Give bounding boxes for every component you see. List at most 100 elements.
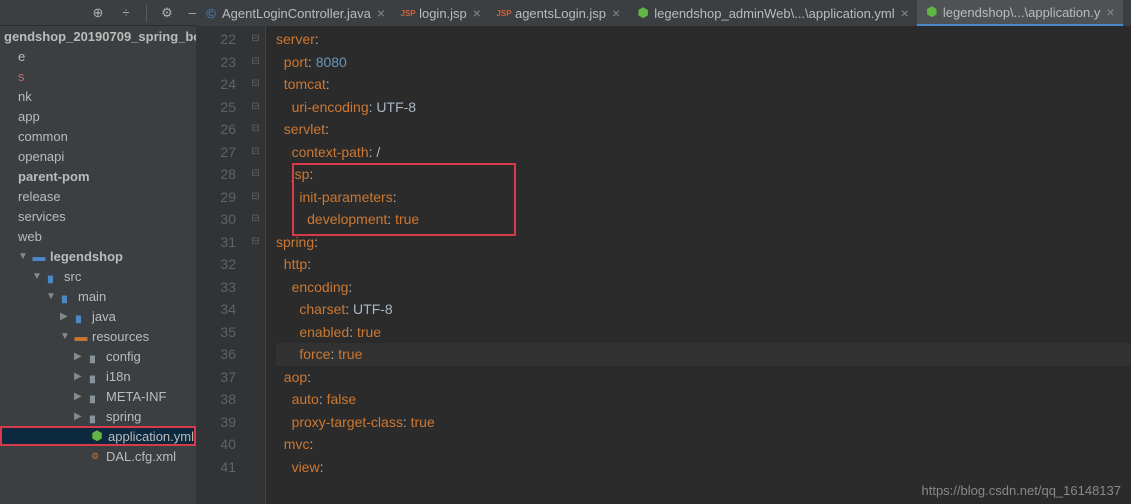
tree-item-label: openapi [18,149,64,164]
tree-item[interactable]: ⚙DAL.cfg.xml [0,446,196,466]
editor-tab[interactable]: JSPagentsLogin.jsp× [489,0,628,26]
tab-label: login.jsp [419,6,467,21]
chevron-down-icon[interactable]: ▼ [32,271,42,282]
code-line[interactable]: uri-encoding: UTF-8 [276,96,1131,119]
editor-tab[interactable]: ⬢legendshop_adminWeb\...\application.yml… [628,0,917,26]
tree-item[interactable]: ▶▖spring [0,406,196,426]
code-line[interactable]: enabled: true [276,321,1131,344]
tree-item[interactable]: nk [0,86,196,106]
editor-tabs-bar: ©AgentLoginController.java×JSPlogin.jsp×… [196,0,1131,26]
tree-item-label: src [64,269,81,284]
code-line[interactable]: server: [276,28,1131,51]
tree-item-label: release [18,189,61,204]
tree-item-label: app [18,109,40,124]
code-line[interactable]: http: [276,253,1131,276]
tree-item[interactable]: openapi [0,146,196,166]
chevron-right-icon[interactable]: ▶ [74,411,84,422]
tree-item[interactable]: common [0,126,196,146]
code-line[interactable]: tomcat: [276,73,1131,96]
chevron-right-icon[interactable]: ▶ [74,391,84,402]
tree-item-label: i18n [106,369,131,384]
chevron-right-icon[interactable]: ▶ [60,311,70,322]
tree-item[interactable]: parent-pom [0,166,196,186]
tree-item[interactable]: ▼▖main [0,286,196,306]
tree-item-label: s [18,69,25,84]
project-root-label: gendshop_20190709_spring_boot [4,29,196,44]
chevron-down-icon[interactable]: ▼ [46,291,56,302]
editor-tab[interactable]: ⬢legendshop\...\application.y× [917,0,1123,26]
tree-item[interactable]: ▶▖i18n [0,366,196,386]
chevron-down-icon[interactable]: ▼ [60,331,70,342]
code-line[interactable]: context-path: / [276,141,1131,164]
close-icon[interactable]: × [901,5,909,21]
tree-item-label: META-INF [106,389,166,404]
code-line[interactable]: encoding: [276,276,1131,299]
tree-item-label: spring [106,409,141,424]
main-area: gendshop_20190709_spring_boot es nk app com… [0,26,1131,504]
close-icon[interactable]: × [473,5,481,21]
chevron-right-icon[interactable]: ▶ [74,351,84,362]
code-content[interactable]: server: port: 8080 tomcat: uri-encoding:… [266,26,1131,504]
target-icon[interactable]: ⊕ [90,5,106,21]
tree-item-label: services [18,209,66,224]
tree-item[interactable]: ▶▖java [0,306,196,326]
tree-item-label: main [78,289,106,304]
code-line[interactable]: development: true [276,208,1131,231]
fold-gutter[interactable]: ⊟⊟⊟⊟⊟⊟⊟⊟⊟⊟ [246,26,266,504]
code-editor[interactable]: 2223242526272829303132333435363738394041… [196,26,1131,504]
tree-item-label: common [18,129,68,144]
tree-item[interactable]: release [0,186,196,206]
tree-item[interactable]: ▼▖src [0,266,196,286]
editor-tab[interactable]: ©AgentLoginController.java× [196,0,393,26]
tab-label: legendshop\...\application.y [943,5,1101,20]
tree-item[interactable]: ▶▖META-INF [0,386,196,406]
tree-item[interactable]: s [0,66,196,86]
tree-item-label: parent-pom [18,169,90,184]
close-icon[interactable]: × [1106,4,1114,20]
project-root[interactable]: gendshop_20190709_spring_boot [0,26,196,46]
chevron-down-icon[interactable]: ▼ [18,251,28,262]
tree-item-label: resources [92,329,149,344]
tree-item-label: legendshop [50,249,123,264]
tree-item-label: java [92,309,116,324]
code-line[interactable]: spring: [276,231,1131,254]
tree-item-label: e [18,49,25,64]
tab-label: AgentLoginController.java [222,6,371,21]
gear-icon[interactable]: ⚙ [159,5,175,21]
tree-item[interactable]: ▼▬legendshop [0,246,196,266]
divide-icon[interactable]: ÷ [118,5,134,21]
close-icon[interactable]: × [612,5,620,21]
project-sidebar[interactable]: gendshop_20190709_spring_boot es nk app com… [0,26,196,504]
tree-item-label: config [106,349,141,364]
code-line[interactable]: init-parameters: [276,186,1131,209]
code-line[interactable]: port: 8080 [276,51,1131,74]
code-line[interactable]: force: true [276,343,1131,366]
code-line[interactable]: servlet: [276,118,1131,141]
tree-item[interactable]: ▶▖config [0,346,196,366]
tree-item-label: application.yml [108,429,194,444]
tab-label: agentsLogin.jsp [515,6,606,21]
tab-label: legendshop_adminWeb\...\application.yml [654,6,894,21]
code-line[interactable]: jsp: [276,163,1131,186]
tree-item[interactable]: ⬢application.yml [0,426,196,446]
code-line[interactable]: aop: [276,366,1131,389]
code-line[interactable]: auto: false [276,388,1131,411]
tree-item-label: DAL.cfg.xml [106,449,176,464]
close-icon[interactable]: × [377,5,385,21]
tree-item-label: web [18,229,42,244]
tree-item-label: nk [18,89,32,104]
tree-item[interactable]: ▼▬resources [0,326,196,346]
watermark-text: https://blog.csdn.net/qq_16148137 [922,483,1122,498]
tree-item[interactable]: services [0,206,196,226]
code-line[interactable]: mvc: [276,433,1131,456]
toolbar-separator [146,4,147,22]
tree-item[interactable]: e [0,46,196,66]
code-line[interactable]: view: [276,456,1131,479]
code-line[interactable]: proxy-target-class: true [276,411,1131,434]
editor-tab[interactable]: JSPlogin.jsp× [393,0,489,26]
chevron-right-icon[interactable]: ▶ [74,371,84,382]
tree-item[interactable]: web [0,226,196,246]
tree-item[interactable]: app [0,106,196,126]
code-line[interactable]: charset: UTF-8 [276,298,1131,321]
line-number-gutter: 2223242526272829303132333435363738394041 [196,26,246,504]
